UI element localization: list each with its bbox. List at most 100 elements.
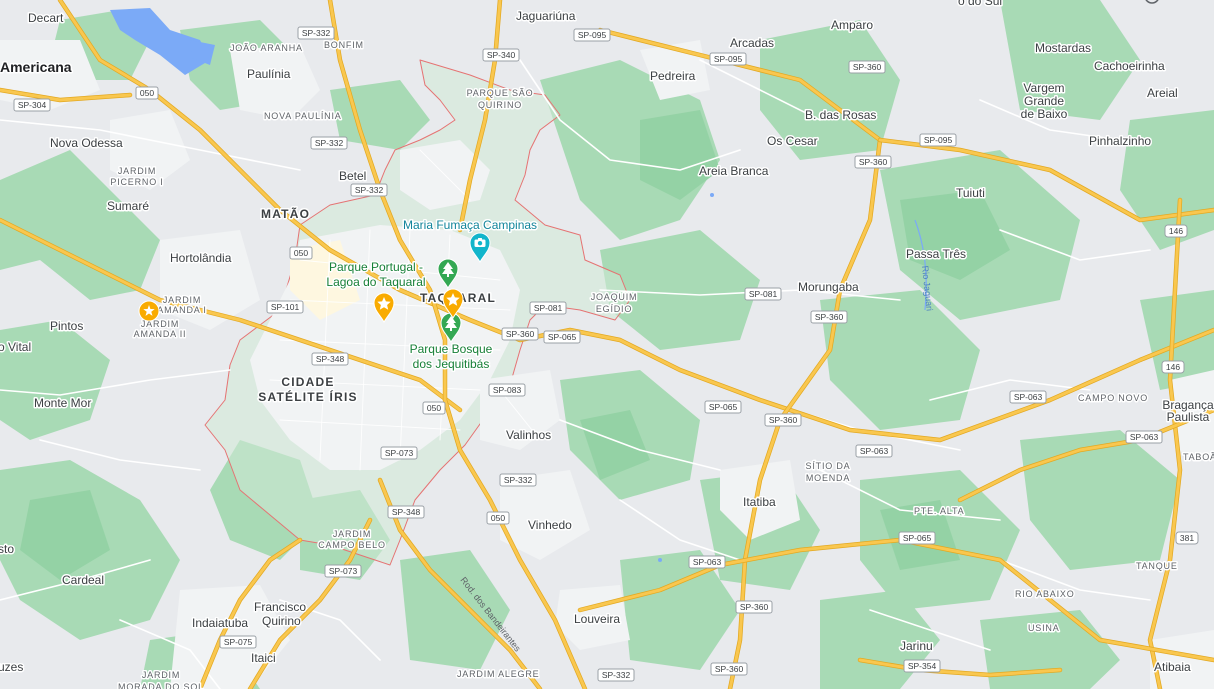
shield: SP-095 — [709, 52, 747, 66]
neighborhood-label: MATÃO — [261, 206, 310, 221]
svg-text:SP-332: SP-332 — [315, 138, 344, 148]
svg-text:SP-360: SP-360 — [506, 329, 535, 339]
label-line: QUIRINO — [478, 100, 522, 110]
shield: SP-095 — [573, 28, 611, 42]
city-label: Passa Três — [906, 247, 966, 261]
city-label: B. das Rosas — [805, 108, 876, 122]
city-label: Areia Branca — [699, 164, 769, 178]
city-label: Decart — [28, 11, 64, 25]
svg-text:146: 146 — [1169, 226, 1183, 236]
city-label: sto — [0, 542, 14, 556]
svg-text:SP-332: SP-332 — [504, 475, 533, 485]
city-label: Tuiuti — [956, 186, 985, 200]
label-line: JARDIM — [333, 529, 371, 539]
city-label: uzes — [0, 660, 23, 674]
city-label: Cachoeirinha — [1094, 59, 1165, 73]
svg-text:SP-360: SP-360 — [853, 62, 882, 72]
svg-text:SP-073: SP-073 — [329, 566, 358, 576]
label-line: Grande — [1024, 94, 1064, 108]
svg-text:SP-063: SP-063 — [693, 557, 722, 567]
label-line: AMANDA II — [134, 329, 187, 339]
city-label: Atibaia — [1154, 660, 1191, 674]
city-label: Betel — [339, 169, 366, 183]
svg-text:SP-340: SP-340 — [487, 50, 516, 60]
shield: SP-063 — [1009, 390, 1047, 404]
city-label: Americana — [0, 59, 72, 75]
shield: SP-081 — [744, 287, 782, 301]
svg-text:SP-101: SP-101 — [271, 302, 300, 312]
label-line: Francisco — [254, 600, 306, 614]
shield: 146 — [1161, 360, 1185, 374]
label-line: JARDIM — [142, 670, 180, 680]
label-line: JARDIM — [118, 166, 156, 176]
label-line: Parque Portugal - — [329, 260, 423, 274]
city-label: Os Cesar — [767, 134, 818, 148]
shield: SP-332 — [499, 473, 537, 487]
city-label: Valinhos — [506, 428, 551, 442]
shield: SP-348 — [311, 352, 349, 366]
city-label: o do Sul — [958, 0, 1002, 8]
city-label: Arcadas — [730, 36, 774, 50]
svg-text:146: 146 — [1166, 362, 1180, 372]
label-line: CAMPO BELO — [318, 540, 386, 550]
shield: SP-360 — [710, 662, 748, 676]
label-line: PARQUE SÃO — [467, 88, 534, 98]
city-label: Vinhedo — [528, 518, 572, 532]
poi-label-parque-portugal[interactable]: Parque Portugal -Lagoa do Taquaral — [325, 259, 427, 291]
neighborhood-label: JARDIM AMANDA II — [134, 319, 187, 339]
svg-text:050: 050 — [140, 88, 154, 98]
shield: SP-340 — [482, 48, 520, 62]
poi-label-parque-bosque[interactable]: Parque Bosque dos Jequitibás — [408, 341, 494, 373]
city-label: Indaiatuba — [192, 616, 248, 630]
shield: SP-065 — [704, 400, 742, 414]
svg-text:SP-354: SP-354 — [908, 661, 937, 671]
shield: SP-360 — [501, 327, 539, 341]
svg-text:SP-360: SP-360 — [859, 157, 888, 167]
city-label: Pedreira — [650, 69, 696, 83]
neighborhood-label: TANQUE — [1136, 561, 1178, 571]
city-label: TABOÃ — [1183, 452, 1214, 462]
label-line: Quirino — [262, 614, 301, 628]
shield: SP-063 — [855, 444, 893, 458]
city-label: Hortolândia — [170, 251, 232, 265]
label-line: MORADA DO SOL — [118, 682, 204, 689]
label-line: Paulista — [1167, 410, 1210, 424]
svg-text:SP-332: SP-332 — [302, 28, 331, 38]
map-canvas[interactable]: SP-332 SP-332 SP-332 SP-332 SP-340 SP-09… — [0, 0, 1214, 689]
city-label: Paulínia — [247, 67, 291, 81]
svg-text:381: 381 — [1180, 533, 1194, 543]
city-label: Pinhalzinho — [1089, 134, 1151, 148]
star-pin[interactable] — [138, 300, 160, 322]
shield: SP-332 — [297, 26, 335, 40]
city-label: Sumaré — [107, 199, 149, 213]
shield: SP-063 — [688, 555, 726, 569]
label-line: dos Jequitibás — [413, 357, 490, 371]
city-label: Vargem Grande de Baixo — [1021, 81, 1068, 121]
neighborhood-label: JARDIM AMANDA I — [157, 295, 206, 315]
poi-label-maria-fumaca[interactable]: Maria Fumaça Campinas — [402, 217, 539, 234]
neighborhood-label: JARDIM PICERNO I — [110, 166, 163, 187]
svg-text:SP-081: SP-081 — [749, 289, 778, 299]
city-label: Louveira — [574, 612, 620, 626]
label-line: EGÍDIO — [596, 304, 632, 314]
shield: SP-075 — [219, 635, 257, 649]
shield: SP-354 — [903, 659, 941, 673]
svg-text:SP-360: SP-360 — [769, 415, 798, 425]
neighborhood-label: CAMPO NOVO — [1078, 393, 1148, 403]
svg-text:SP-332: SP-332 — [355, 185, 384, 195]
svg-text:SP-348: SP-348 — [316, 354, 345, 364]
shield: SP-063 — [1125, 430, 1163, 444]
svg-text:SP-083: SP-083 — [493, 385, 522, 395]
shield: SP-360 — [810, 310, 848, 324]
shield: SP-360 — [848, 60, 886, 74]
shield: 146 — [1164, 224, 1188, 238]
svg-text:SP-360: SP-360 — [715, 664, 744, 674]
city-label: Francisco Quirino — [254, 600, 306, 628]
shield: 381 — [1175, 531, 1199, 545]
label-line: SÍTIO DA — [806, 461, 851, 471]
shield: SP-360 — [764, 413, 802, 427]
neighborhood-label: USINA — [1028, 623, 1060, 633]
label-line: Lagoa do Taquaral — [326, 275, 425, 289]
svg-text:SP-065: SP-065 — [548, 332, 577, 342]
svg-text:SP-063: SP-063 — [1130, 432, 1159, 442]
